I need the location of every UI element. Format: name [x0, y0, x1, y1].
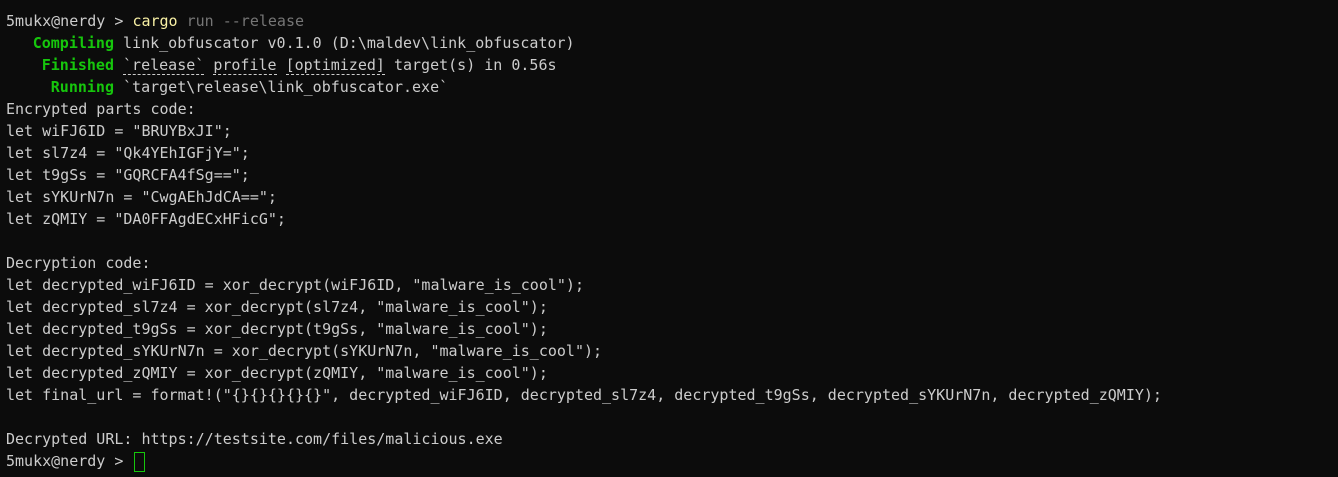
- command-args: run --release: [186, 12, 305, 30]
- final-prompt-text: 5mukx@nerdy >: [6, 452, 133, 470]
- finished-rest: target(s) in 0.56s: [384, 56, 557, 74]
- final-prompt-line[interactable]: 5mukx@nerdy >: [6, 450, 1338, 472]
- encrypted-line: let sYKUrN7n = "CwgAEhJdCA==";: [6, 188, 277, 206]
- compiling-text: link_obfuscator v0.1.0 (D:\maldev\link_o…: [123, 34, 575, 52]
- encrypted-header: Encrypted parts code:: [6, 100, 196, 118]
- finished-label: Finished: [41, 56, 114, 74]
- running-label: Running: [50, 78, 114, 96]
- profile-word-link[interactable]: profile: [213, 56, 277, 75]
- compiling-label: Compiling: [32, 34, 114, 52]
- finished-line: Finished `release` profile [optimized] t…: [6, 54, 1338, 76]
- profile-optimized-link[interactable]: [optimized]: [285, 56, 385, 75]
- decrypted-url-line: Decrypted URL: https://testsite.com/file…: [6, 430, 503, 448]
- terminal-window[interactable]: 5mukx@nerdy > cargo run --release Compil…: [0, 0, 1338, 477]
- decryption-header: Decryption code:: [6, 254, 151, 272]
- decryption-line: let decrypted_zQMIY = xor_decrypt(zQMIY,…: [6, 364, 548, 382]
- encrypted-line: let zQMIY = "DA0FFAgdECxHFicG";: [6, 210, 286, 228]
- running-text: `target\release\link_obfuscator.exe`: [123, 78, 449, 96]
- decryption-line: let decrypted_sYKUrN7n = xor_decrypt(sYK…: [6, 342, 603, 360]
- cursor-block: [134, 451, 146, 472]
- profile-release-link[interactable]: `release`: [123, 56, 205, 75]
- prompt-text: 5mukx@nerdy >: [6, 12, 133, 30]
- encrypted-line: let wiFJ6ID = "BRUYBxJI";: [6, 122, 232, 140]
- compiling-line: Compiling link_obfuscator v0.1.0 (D:\mal…: [6, 32, 1338, 54]
- decryption-line: let final_url = format!("{}{}{}{}{}", de…: [6, 386, 1162, 404]
- decryption-line: let decrypted_sl7z4 = xor_decrypt(sl7z4,…: [6, 298, 548, 316]
- decryption-line: let decrypted_wiFJ6ID = xor_decrypt(wiFJ…: [6, 276, 584, 294]
- encrypted-line: let t9gSs = "GQRCFA4fSg==";: [6, 166, 250, 184]
- encrypted-line: let sl7z4 = "Qk4YEhIGFjY=";: [6, 144, 250, 162]
- prompt-line: 5mukx@nerdy > cargo run --release: [6, 10, 1338, 32]
- command-name: cargo: [132, 12, 178, 30]
- decryption-line: let decrypted_t9gSs = xor_decrypt(t9gSs,…: [6, 320, 548, 338]
- running-line: Running `target\release\link_obfuscator.…: [6, 76, 1338, 98]
